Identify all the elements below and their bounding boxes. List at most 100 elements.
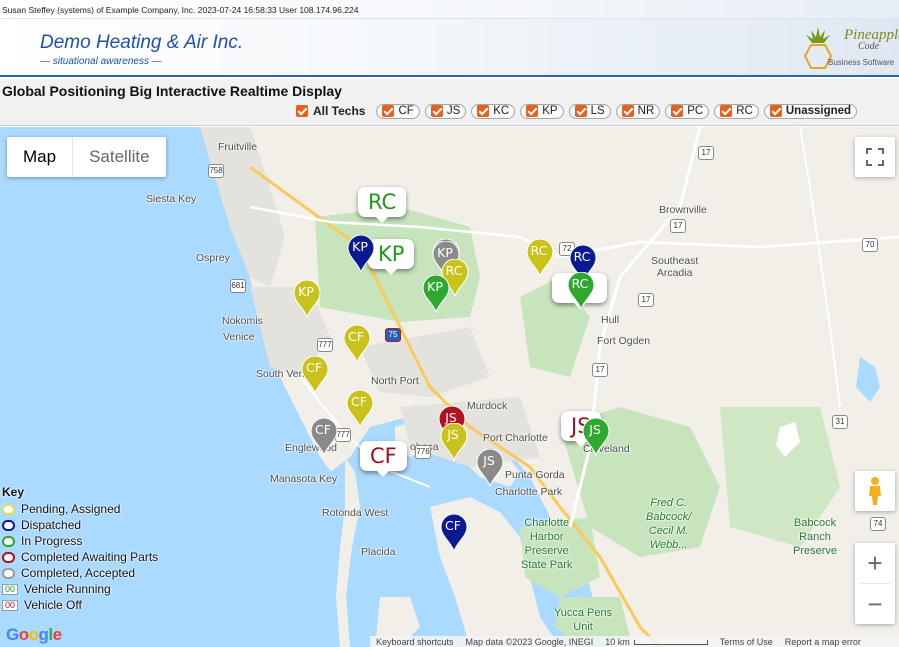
route-shield: 17 bbox=[592, 363, 608, 377]
satellite-view-button[interactable]: Satellite bbox=[72, 137, 165, 177]
key-label: Completed Awaiting Parts bbox=[21, 550, 159, 564]
interstate-shield: 75 bbox=[385, 328, 401, 342]
route-shield: 681 bbox=[230, 279, 246, 293]
key-label: Vehicle Running bbox=[24, 582, 111, 596]
marker-label: KP bbox=[298, 284, 314, 299]
logo-sub: Code bbox=[858, 41, 880, 52]
filter-all-techs[interactable]: All Techs bbox=[296, 104, 365, 118]
place-rotonda-west: Rotonda West bbox=[322, 507, 389, 519]
checkbox-icon[interactable] bbox=[477, 105, 490, 117]
filter-tech-kp[interactable]: KP bbox=[520, 103, 564, 119]
key-item: Completed, Accepted bbox=[2, 565, 158, 581]
checkbox-icon[interactable] bbox=[671, 105, 684, 117]
place-brownville: Brownville bbox=[659, 204, 707, 216]
key-title: Key bbox=[2, 485, 25, 499]
checkbox-icon[interactable] bbox=[296, 105, 308, 117]
checkbox-icon[interactable] bbox=[526, 105, 539, 117]
checkbox-icon[interactable] bbox=[382, 105, 395, 117]
street-view-button[interactable] bbox=[855, 471, 895, 511]
route-shield: 31 bbox=[832, 415, 848, 429]
job-marker[interactable]: KP bbox=[422, 274, 450, 314]
key-label: In Progress bbox=[21, 534, 83, 548]
key-item: Completed Awaiting Parts bbox=[2, 549, 158, 565]
filter-tech-cf[interactable]: CF bbox=[376, 103, 420, 119]
filter-tech-ls[interactable]: LS bbox=[568, 103, 611, 119]
checkbox-icon[interactable] bbox=[720, 105, 733, 117]
scale-indicator[interactable]: 10 km bbox=[605, 637, 708, 647]
filter-unassigned[interactable]: Unassigned bbox=[763, 103, 858, 119]
filter-tech-rc[interactable]: RC bbox=[714, 103, 759, 119]
filter-tech-kc[interactable]: KC bbox=[471, 103, 516, 119]
key-label: Completed, Accepted bbox=[21, 566, 136, 580]
google-logo[interactable]: Google bbox=[6, 625, 62, 645]
marker-label: JS bbox=[447, 427, 459, 442]
marker-label: JS bbox=[483, 453, 495, 468]
filter-label: KC bbox=[493, 105, 510, 117]
route-shield: 776 bbox=[415, 445, 431, 459]
map-view-button[interactable]: Map bbox=[7, 137, 72, 177]
marker-label: RC bbox=[530, 243, 548, 258]
job-marker[interactable]: CF bbox=[310, 417, 338, 457]
place-manasota-key: Manasota Key bbox=[270, 473, 338, 485]
place-yucca-pens: Yucca Pens Unit bbox=[554, 607, 613, 633]
checkbox-icon[interactable] bbox=[621, 105, 634, 117]
page-title: Global Positioning Big Interactive Realt… bbox=[2, 83, 342, 99]
zoom-control: + − bbox=[855, 543, 895, 624]
terms-link[interactable]: Terms of Use bbox=[720, 637, 773, 647]
job-marker[interactable]: CF bbox=[301, 355, 329, 395]
checkbox-icon[interactable] bbox=[769, 105, 782, 117]
job-marker[interactable]: JS bbox=[476, 448, 504, 488]
callout-label: RC bbox=[368, 190, 397, 214]
keyboard-shortcuts-link[interactable]: Keyboard shortcuts bbox=[376, 637, 454, 647]
fullscreen-button[interactable] bbox=[855, 137, 895, 177]
marker-label: KP bbox=[427, 279, 443, 294]
filter-tech-js[interactable]: JS bbox=[424, 103, 467, 119]
tech-callout[interactable]: CF bbox=[360, 441, 407, 477]
route-shield: 17 bbox=[670, 219, 686, 233]
marker-label: RC bbox=[571, 276, 589, 291]
filter-label: JS bbox=[446, 105, 461, 117]
marker-label: KP bbox=[352, 239, 368, 254]
key-item: 00 Vehicle Running bbox=[2, 581, 158, 597]
job-marker[interactable]: KP bbox=[293, 279, 321, 319]
key-label: Vehicle Off bbox=[24, 598, 82, 612]
checkbox-icon[interactable] bbox=[430, 105, 443, 117]
place-fort-ogden: Fort Ogden bbox=[597, 335, 651, 347]
job-marker[interactable]: CF bbox=[346, 389, 374, 429]
zoom-out-button[interactable]: − bbox=[855, 584, 895, 624]
vehicle-badge: 00 bbox=[2, 583, 18, 595]
job-marker[interactable]: CF bbox=[343, 324, 371, 364]
scale-label: 10 km bbox=[605, 636, 630, 647]
job-marker[interactable]: JS bbox=[582, 417, 610, 457]
session-info: Susan Steffey (systems) of Example Compa… bbox=[2, 5, 359, 15]
job-marker[interactable]: KP bbox=[347, 234, 375, 274]
marker-label: CF bbox=[351, 394, 367, 409]
land-barrier-island bbox=[336, 457, 360, 647]
pineapple-code-logo[interactable]: Pineapple Code Business Software bbox=[798, 25, 899, 73]
filter-label: Unassigned bbox=[785, 105, 852, 117]
status-bar: Susan Steffey (systems) of Example Compa… bbox=[0, 0, 899, 19]
checkbox-icon[interactable] bbox=[574, 105, 587, 117]
filter-label: NR bbox=[637, 105, 655, 117]
key-item: Pending, Assigned bbox=[2, 501, 158, 517]
job-marker[interactable]: JS bbox=[440, 422, 468, 462]
report-error-link[interactable]: Report a map error bbox=[785, 637, 861, 647]
callout-label: KP bbox=[378, 242, 405, 266]
route-shield: 777 bbox=[317, 338, 333, 352]
job-marker[interactable]: RC bbox=[567, 271, 595, 311]
filter-tech-pc[interactable]: PC bbox=[665, 103, 710, 119]
filter-tech-nr[interactable]: NR bbox=[615, 103, 661, 119]
marker-label: JS bbox=[589, 422, 601, 437]
place-placida: Placida bbox=[361, 546, 396, 558]
map-canvas[interactable]: Fruitville Siesta Key Osprey Nokomis Ven… bbox=[0, 127, 899, 647]
tech-callout[interactable]: RC bbox=[358, 187, 407, 223]
place-osprey: Osprey bbox=[196, 252, 230, 264]
job-marker[interactable]: RC bbox=[526, 238, 554, 278]
job-marker[interactable]: CF bbox=[440, 513, 468, 553]
company-tagline: — situational awareness — bbox=[40, 56, 162, 67]
zoom-in-button[interactable]: + bbox=[855, 543, 895, 583]
key-label: Dispatched bbox=[21, 518, 82, 532]
filter-label: CF bbox=[398, 105, 414, 117]
app-header: Demo Heating & Air Inc. — situational aw… bbox=[0, 19, 899, 77]
logo-biz: Business Software bbox=[828, 58, 895, 67]
